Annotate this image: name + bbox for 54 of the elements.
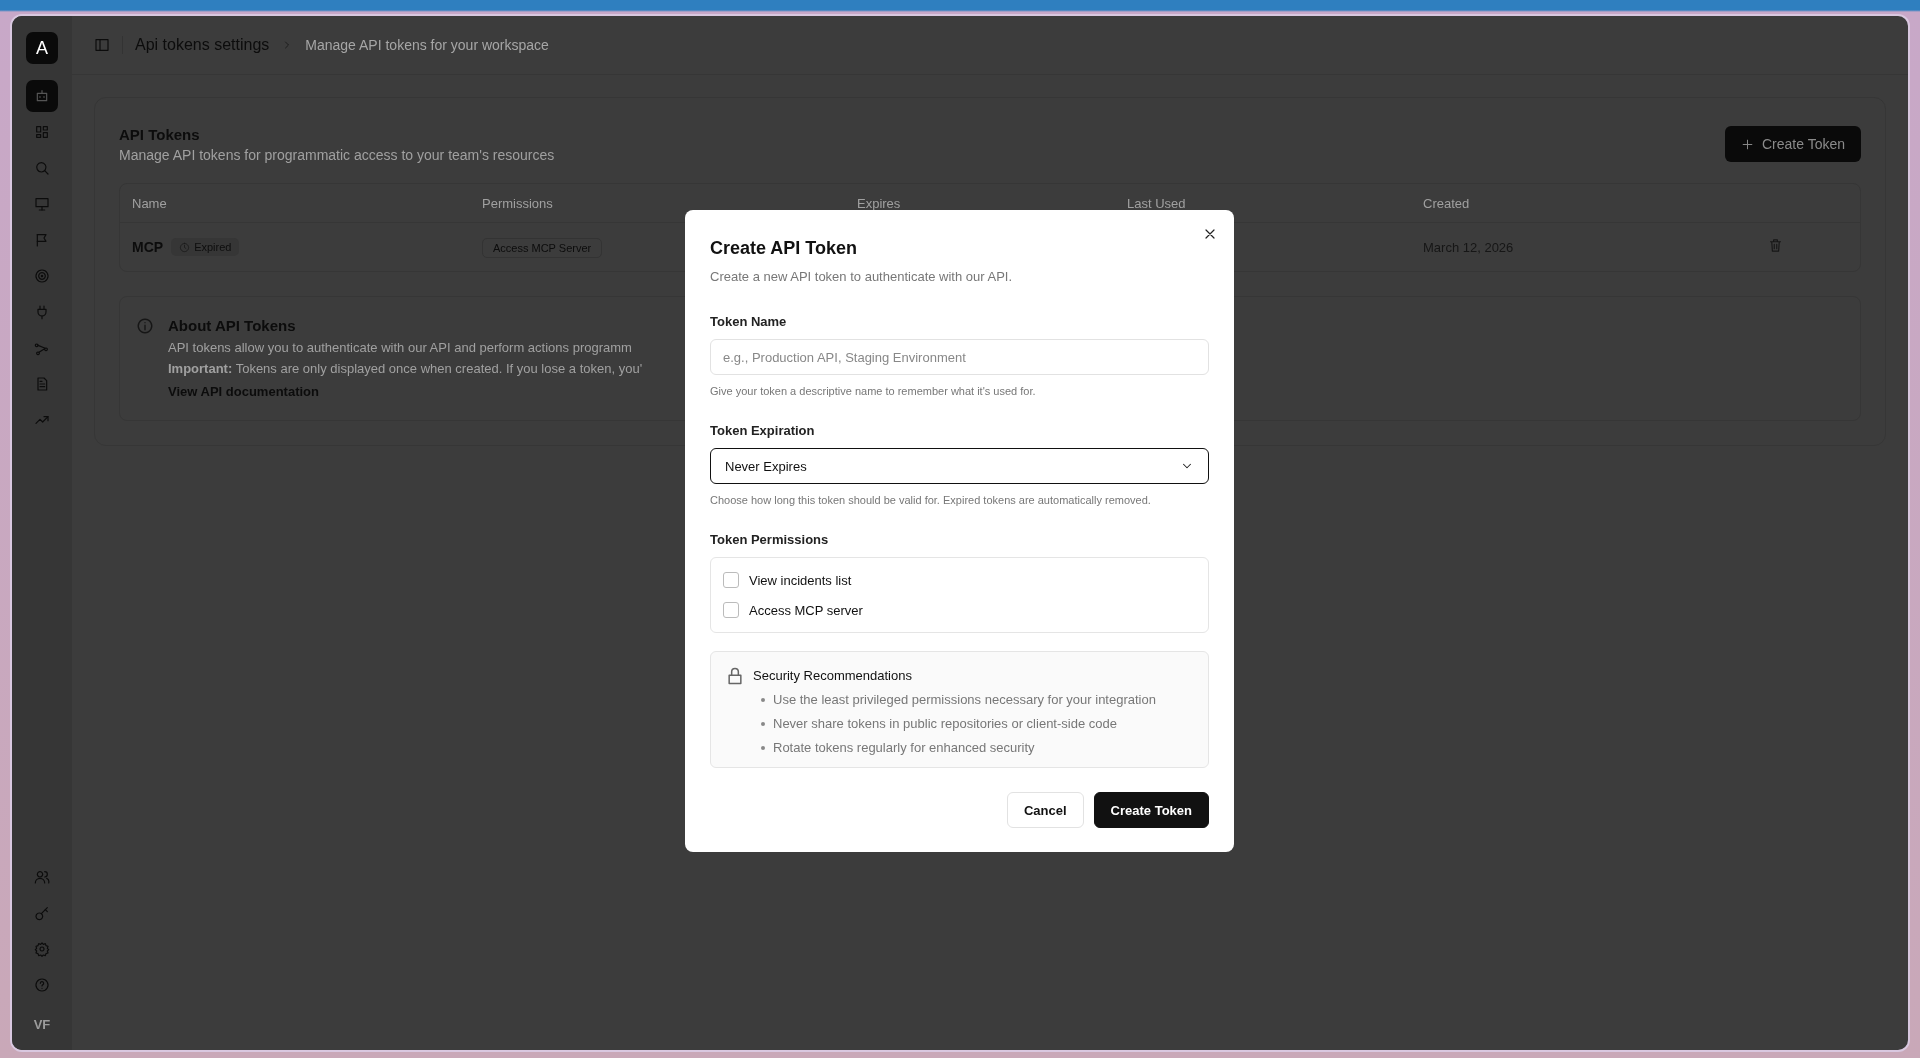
bullet-icon [761, 697, 765, 702]
checkbox-label[interactable]: Access MCP server [749, 602, 863, 618]
info-text: API tokens allow you to authenticate with our API and perform actions programm [168, 340, 633, 355]
security-title: Security Recommendations [753, 668, 913, 683]
recommendation-text: Never share tokens in public repositories or client-side code [773, 716, 1117, 731]
document-icon [34, 376, 50, 392]
flag-icon [34, 232, 50, 248]
plus-icon [1741, 137, 1754, 151]
delete-icon[interactable] [1768, 238, 1783, 253]
breadcrumb-subtitle: Manage API tokens for your workspace [305, 37, 549, 53]
user-initials[interactable]: VF [33, 1017, 51, 1032]
column-header: Last Used [1127, 195, 1187, 211]
token-name-field[interactable]: e.g., Production API, Staging Environment [710, 339, 1209, 375]
info-icon [136, 317, 154, 335]
expiration-select[interactable]: Never Expires [710, 448, 1209, 484]
create-token-button[interactable]: Create Token [1093, 792, 1209, 828]
robot-icon [34, 88, 50, 104]
bullet-icon [761, 745, 765, 750]
field-label: Token Name [710, 314, 788, 329]
target-icon [34, 268, 50, 284]
workspace-logo[interactable]: A [26, 32, 58, 64]
checkbox[interactable] [723, 572, 739, 588]
column-header: Created [1423, 195, 1471, 211]
clock-icon [179, 241, 191, 253]
checkbox-label[interactable]: View incidents list [749, 572, 852, 588]
important-note: Important: Tokens are only displayed once when created. If you lose a token, you' [168, 361, 643, 376]
create-token-button[interactable]: Create Token [1725, 126, 1861, 162]
cancel-button[interactable]: Cancel [1006, 792, 1084, 828]
column-header: Name [132, 195, 168, 211]
section-description: Manage API tokens for programmatic access to your team's resources [119, 147, 555, 163]
sidebar-toggle-icon[interactable] [94, 37, 110, 53]
recommendation-text: Rotate tokens regularly for enhanced security [773, 740, 1035, 755]
help-icon [34, 977, 50, 993]
field-label: Token Permissions [710, 532, 830, 547]
plug-icon [34, 304, 50, 320]
field-label: Token Expiration [710, 423, 816, 438]
monitor-icon [34, 196, 50, 212]
sidebar-item[interactable] [26, 80, 58, 112]
field-help: Give your token a descriptive name to remember what it's used for. [710, 385, 1037, 397]
key-icon [34, 905, 50, 921]
lock-icon [725, 666, 745, 686]
settings-icon [34, 941, 50, 957]
column-header: Permissions [482, 195, 554, 211]
dialog-title: Create API Token [710, 238, 859, 259]
users-icon [34, 869, 50, 885]
column-header: Expires [857, 195, 902, 211]
bullet-icon [761, 721, 765, 726]
field-help: Choose how long this token should be valid for. Expired tokens are automatically removed. [710, 494, 1152, 506]
recommendation-text: Use the least privileged permissions necessary for your integration [773, 692, 1156, 707]
workflow-icon [34, 340, 50, 356]
dialog-description: Create a new API token to authenticate with our API. [710, 269, 1014, 284]
grid-icon [34, 124, 50, 140]
search-icon [34, 160, 50, 176]
checkbox[interactable] [723, 602, 739, 618]
